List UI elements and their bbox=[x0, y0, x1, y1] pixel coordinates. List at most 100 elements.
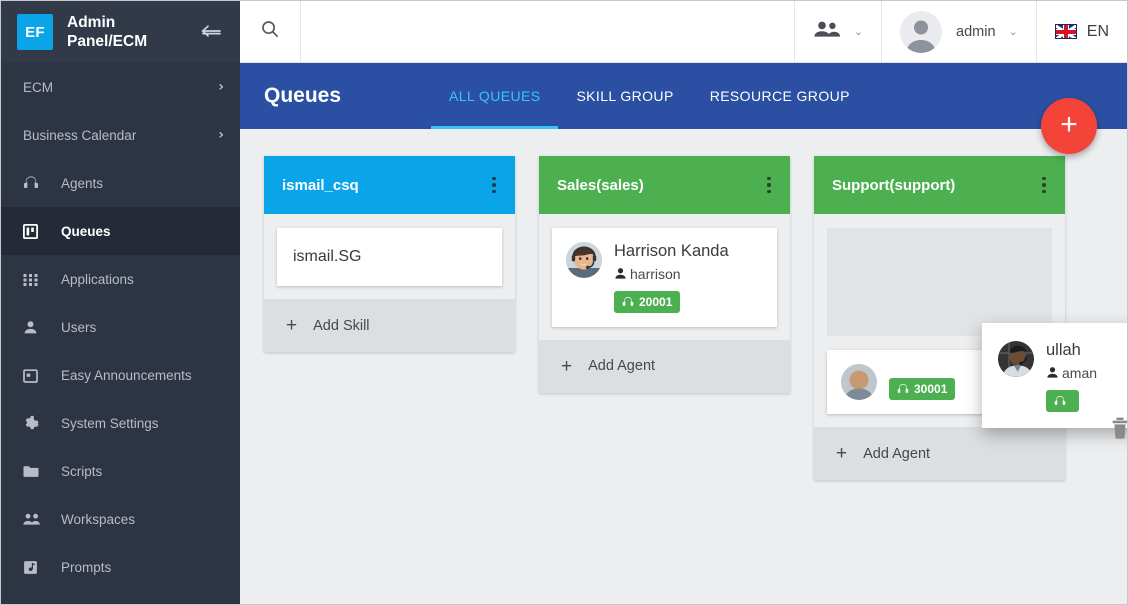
person-icon bbox=[1047, 367, 1058, 379]
folder-icon bbox=[23, 464, 45, 478]
sidebar-item-label: Business Calendar bbox=[23, 127, 137, 143]
skill-item[interactable]: ismail.SG bbox=[277, 228, 502, 286]
headset-icon bbox=[897, 384, 909, 393]
brand-title: Admin Panel/ECM bbox=[67, 13, 148, 50]
add-agent-label: Add Agent bbox=[588, 358, 656, 375]
add-skill-label: Add Skill bbox=[313, 317, 370, 334]
sidebar-item-agents[interactable]: Agents bbox=[1, 159, 240, 207]
sidebar-item-label: Scripts bbox=[61, 463, 103, 479]
agent-info: ullah aman bbox=[1046, 341, 1127, 412]
collapse-arrow-icon[interactable] bbox=[196, 19, 226, 46]
agent-card[interactable]: Harrison Kanda harrison 20001 bbox=[552, 228, 777, 327]
music-note-icon bbox=[23, 560, 45, 575]
uk-flag-icon bbox=[1054, 24, 1077, 39]
plus-icon: + bbox=[561, 355, 573, 377]
sidebar-item-label: Easy Announcements bbox=[61, 367, 192, 383]
add-agent-button[interactable]: + Add Agent bbox=[814, 427, 1065, 480]
extension-number: 20001 bbox=[639, 294, 673, 309]
admin-label: admin bbox=[956, 23, 996, 40]
more-vertical-icon[interactable] bbox=[758, 172, 780, 198]
admin-menu-button[interactable]: admin ⌄ bbox=[881, 1, 1036, 62]
grid-icon bbox=[23, 272, 45, 287]
language-label: EN bbox=[1086, 22, 1109, 40]
sidebar-brand: EF Admin Panel/ECM bbox=[1, 1, 240, 63]
queue-card-body: ismail.SG bbox=[264, 214, 515, 299]
plus-icon: + bbox=[836, 443, 848, 464]
extension-badge: 20001 bbox=[614, 290, 681, 313]
add-agent-label: Add Agent bbox=[863, 445, 931, 462]
sidebar-item-applications[interactable]: Applications bbox=[1, 255, 240, 303]
drop-placeholder bbox=[827, 228, 1052, 336]
topbar: ⌄ admin ⌄ EN bbox=[240, 1, 1127, 63]
calendar-icon bbox=[23, 368, 45, 383]
headset-icon bbox=[622, 297, 634, 306]
people-menu-button[interactable]: ⌄ bbox=[793, 1, 881, 62]
agent-photo bbox=[841, 364, 877, 400]
sidebar-item-prompts[interactable]: Prompts bbox=[1, 543, 240, 591]
sidebar-item-scripts[interactable]: Scripts bbox=[1, 447, 240, 495]
sidebar-item-users[interactable]: Users bbox=[1, 303, 240, 351]
skill-name: ismail.SG bbox=[293, 248, 362, 265]
queue-name: ismail_csq bbox=[282, 176, 359, 194]
sidebar-item-system-settings[interactable]: System Settings bbox=[1, 399, 240, 447]
headset-icon bbox=[1054, 396, 1066, 405]
plus-icon: + bbox=[1060, 107, 1078, 141]
sidebar-item-queues[interactable]: Queues bbox=[1, 207, 240, 255]
plus-icon: + bbox=[286, 315, 298, 336]
tab-label: RESOURCE GROUP bbox=[709, 88, 850, 104]
extension-badge: 30001 bbox=[889, 378, 956, 400]
search-button[interactable] bbox=[240, 1, 301, 62]
sidebar-item-label: Workspaces bbox=[61, 511, 136, 527]
sidebar-nav: ECM › Business Calendar › Agents Queues … bbox=[1, 63, 240, 604]
tab-skill-group[interactable]: SKILL GROUP bbox=[558, 63, 691, 129]
tab-resource-group[interactable]: RESOURCE GROUP bbox=[692, 63, 868, 129]
application-window: EF Admin Panel/ECM ECM › Business Calend… bbox=[0, 0, 1128, 605]
sidebar-item-workspaces[interactable]: Workspaces bbox=[1, 495, 240, 543]
queue-card-header: ismail_csq bbox=[264, 156, 515, 214]
brand-logo: EF bbox=[17, 14, 53, 50]
people-icon bbox=[23, 512, 45, 526]
agent-photo bbox=[998, 341, 1034, 377]
trash-icon[interactable] bbox=[1111, 417, 1127, 444]
queue-card: Support(support) 30001 + Add Agent bbox=[814, 156, 1065, 480]
extension-number: 30001 bbox=[914, 382, 948, 396]
tab-all-queues[interactable]: ALL QUEUES bbox=[431, 63, 559, 129]
sidebar-item-easy-announcements[interactable]: Easy Announcements bbox=[1, 351, 240, 399]
page-header: Queues ALL QUEUES SKILL GROUP RESOURCE G… bbox=[240, 63, 1127, 129]
person-icon bbox=[23, 320, 45, 335]
main-region: ⌄ admin ⌄ EN Queues ALL QUEUES SKILL GRO… bbox=[240, 1, 1127, 604]
chevron-down-icon: ⌄ bbox=[1008, 25, 1018, 38]
queue-card-header: Sales(sales) bbox=[539, 156, 790, 214]
search-icon bbox=[260, 19, 280, 44]
sidebar-item-business-calendar[interactable]: Business Calendar › bbox=[1, 111, 240, 159]
add-agent-button[interactable]: + Add Agent bbox=[539, 339, 790, 393]
more-vertical-icon[interactable] bbox=[483, 172, 505, 198]
dragged-agent-card[interactable]: ullah aman bbox=[982, 323, 1127, 428]
agent-username: aman bbox=[1046, 365, 1127, 381]
sidebar-item-label: Prompts bbox=[61, 559, 112, 575]
sidebar-item-label: Users bbox=[61, 319, 97, 335]
agent-name: ullah bbox=[1046, 341, 1081, 359]
agent-info: Harrison Kanda harrison 20001 bbox=[614, 242, 763, 313]
queue-card-body: Harrison Kanda harrison 20001 bbox=[539, 214, 790, 340]
queue-name: Sales(sales) bbox=[557, 176, 644, 194]
sidebar-item-label: Queues bbox=[61, 223, 111, 239]
more-vertical-icon[interactable] bbox=[1033, 172, 1055, 198]
person-icon bbox=[615, 268, 626, 280]
language-selector[interactable]: EN bbox=[1035, 1, 1127, 62]
add-skill-button[interactable]: + Add Skill bbox=[264, 299, 515, 352]
agent-name: Harrison Kanda bbox=[614, 242, 729, 260]
chevron-right-icon: › bbox=[218, 127, 224, 143]
board-icon bbox=[23, 223, 45, 239]
add-queue-fab[interactable]: + bbox=[1041, 98, 1097, 154]
tab-label: SKILL GROUP bbox=[576, 88, 674, 104]
sidebar-item-ecm[interactable]: ECM › bbox=[1, 63, 240, 111]
chevron-right-icon: › bbox=[218, 79, 224, 95]
extension-badge bbox=[1046, 389, 1079, 412]
gear-icon bbox=[23, 415, 45, 431]
queue-card-header: Support(support) bbox=[814, 156, 1065, 214]
sidebar-item-label: System Settings bbox=[61, 415, 159, 431]
queue-card: ismail_csq ismail.SG + Add Skill bbox=[264, 156, 515, 352]
tab-label: ALL QUEUES bbox=[449, 88, 541, 104]
